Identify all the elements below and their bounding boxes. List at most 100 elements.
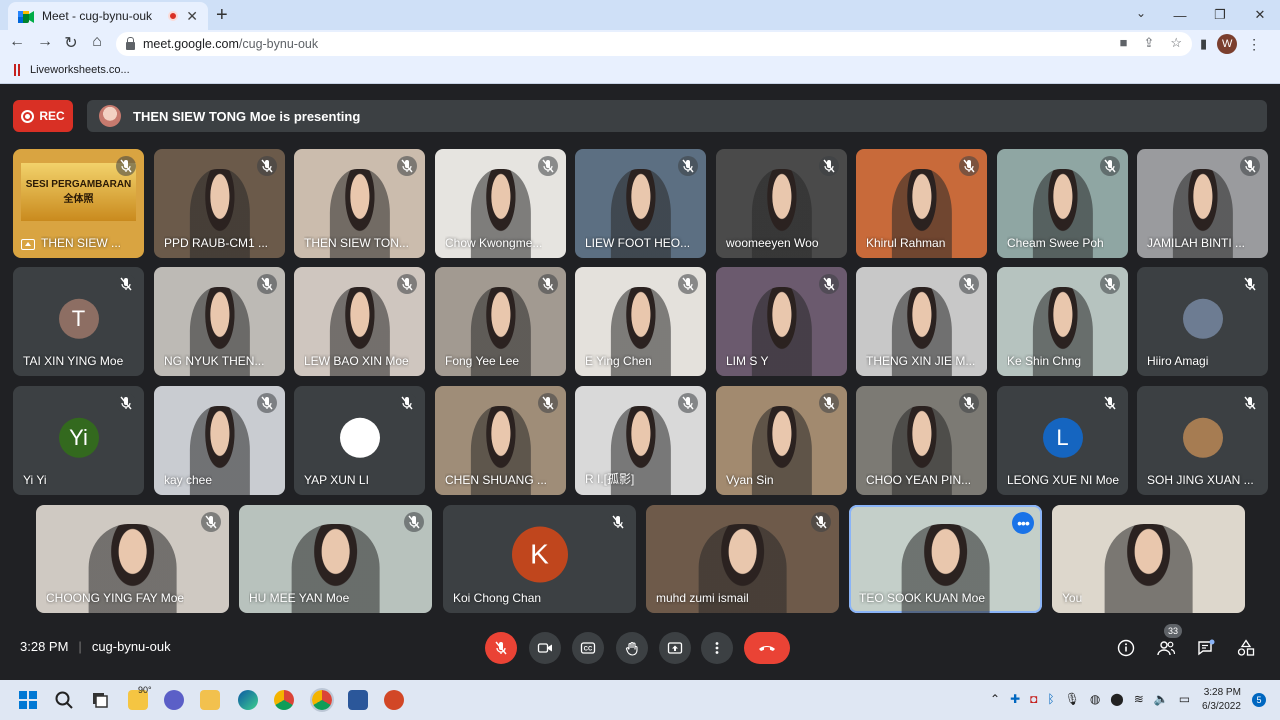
participant-tile[interactable]: Vyan Sin bbox=[716, 386, 847, 495]
restore-button[interactable]: ❐ bbox=[1200, 0, 1240, 30]
participant-tile[interactable]: T TAI XIN YING Moe bbox=[13, 267, 144, 376]
speaking-indicator-icon[interactable]: ••• bbox=[1012, 512, 1034, 534]
participant-tile[interactable]: K Koi Chong Chan bbox=[443, 505, 636, 613]
participant-tile[interactable]: Ke Shin Chng bbox=[997, 267, 1128, 376]
meeting-code[interactable]: cug-bynu-ouk bbox=[92, 639, 171, 654]
windows-taskbar: 90° ⌃ ✚ ◘ ᛒ 🎙 ◍ ⬤ ≋ 🔈 ▭ 3:28 PM 6/3/2022… bbox=[0, 680, 1280, 720]
address-bar[interactable]: meet.google.com/cug-bynu-ouk ■ ⇪ ☆ bbox=[116, 32, 1192, 56]
microphone-tray-icon[interactable]: 🎙 bbox=[1065, 692, 1080, 706]
present-screen-button[interactable] bbox=[659, 632, 691, 664]
people-button[interactable] bbox=[1154, 636, 1178, 660]
tray-app-icon[interactable]: ◘ bbox=[1030, 692, 1037, 706]
participant-tile[interactable]: CHEN SHUANG ... bbox=[435, 386, 566, 495]
vpn-tray-icon[interactable]: ◍ bbox=[1090, 692, 1100, 706]
muted-mic-icon bbox=[819, 274, 839, 294]
back-arrow-icon[interactable]: ← bbox=[6, 33, 28, 51]
close-tab-icon[interactable]: ✕ bbox=[186, 8, 198, 25]
taskbar-clock[interactable]: 3:28 PM 6/3/2022 bbox=[1202, 686, 1241, 714]
profile-avatar[interactable]: W bbox=[1217, 34, 1238, 54]
bookmark-liveworksheets[interactable]: Liveworksheets.co... bbox=[14, 64, 130, 76]
show-hidden-icons-chevron-icon[interactable]: ⌃ bbox=[990, 692, 1000, 706]
security-tray-icon[interactable]: ⬤ bbox=[1110, 692, 1123, 706]
camera-toggle-button[interactable] bbox=[529, 632, 561, 664]
bluetooth-icon[interactable]: ᛒ bbox=[1047, 692, 1054, 706]
reload-icon[interactable]: ↻ bbox=[60, 33, 82, 53]
participant-tile[interactable]: You bbox=[1052, 505, 1245, 613]
participant-tile[interactable]: NG NYUK THEN... bbox=[154, 267, 285, 376]
battery-icon[interactable]: ▭ bbox=[1179, 692, 1190, 706]
share-icon[interactable]: ⇪ bbox=[1143, 35, 1154, 51]
muted-mic-icon bbox=[116, 274, 136, 294]
browser-tab-meet[interactable]: Meet - cug-bynu-ouk ✕ bbox=[8, 2, 208, 30]
powerpoint-icon[interactable] bbox=[384, 690, 404, 710]
task-view-icon[interactable] bbox=[90, 690, 110, 710]
side-panel-icon[interactable]: ▮ bbox=[1200, 36, 1207, 52]
participant-tile[interactable]: YAP XUN LI bbox=[294, 386, 425, 495]
participant-tile[interactable]: CHOONG YING FAY Moe bbox=[36, 505, 229, 613]
presenting-banner[interactable]: THEN SIEW TONG Moe is presenting bbox=[87, 100, 1267, 132]
participant-tile[interactable]: CHOO YEAN PIN... bbox=[856, 386, 987, 495]
windows-start-icon[interactable] bbox=[18, 690, 38, 710]
tab-title: Meet - cug-bynu-ouk bbox=[42, 9, 153, 23]
participant-tile[interactable]: LEW BAO XIN Moe bbox=[294, 267, 425, 376]
camera-in-use-icon[interactable]: ■ bbox=[1120, 35, 1128, 51]
participant-tile[interactable]: Chow Kwongme... bbox=[435, 149, 566, 258]
svg-text:CC: CC bbox=[584, 647, 593, 653]
participant-tile[interactable]: THENG XIN JIE M... bbox=[856, 267, 987, 376]
teams-chat-icon[interactable] bbox=[164, 690, 184, 710]
chrome-profile-w-icon[interactable] bbox=[310, 688, 334, 712]
participant-tile[interactable]: Fong Yee Lee bbox=[435, 267, 566, 376]
forward-arrow-icon[interactable]: → bbox=[34, 33, 56, 51]
participant-tile[interactable]: R I.[孤影] bbox=[575, 386, 706, 495]
participant-tile[interactable]: L LEONG XUE NI Moe bbox=[997, 386, 1128, 495]
participant-tile[interactable]: PPD RAUB-CM1 ... bbox=[154, 149, 285, 258]
participant-tile[interactable]: SOH JING XUAN ... bbox=[1137, 386, 1268, 495]
muted-mic-icon bbox=[959, 393, 979, 413]
file-explorer-icon[interactable] bbox=[200, 690, 220, 710]
bookmark-star-icon[interactable]: ☆ bbox=[1170, 35, 1182, 51]
volume-icon[interactable]: 🔈 bbox=[1154, 692, 1169, 706]
participant-name: LIM S Y bbox=[726, 354, 769, 368]
participant-tile[interactable]: Cheam Swee Poh bbox=[997, 149, 1128, 258]
raise-hand-button[interactable] bbox=[616, 632, 648, 664]
participant-tile[interactable]: ••• TEO SOOK KUAN Moe bbox=[849, 505, 1042, 613]
participant-tile[interactable]: E Ying Chen bbox=[575, 267, 706, 376]
participant-name: YAP XUN LI bbox=[304, 473, 369, 487]
chrome-browser-icon[interactable] bbox=[274, 690, 294, 710]
minimize-button[interactable]: — bbox=[1160, 0, 1200, 30]
wifi-icon[interactable]: ≋ bbox=[1134, 692, 1144, 706]
new-tab-button[interactable]: + bbox=[216, 4, 228, 27]
participant-tile[interactable]: Yi Yi Yi bbox=[13, 386, 144, 495]
meeting-info-button[interactable] bbox=[1114, 636, 1138, 660]
microphone-toggle-button[interactable] bbox=[485, 632, 517, 664]
chat-button[interactable] bbox=[1194, 636, 1218, 660]
participant-tile[interactable]: LIM S Y bbox=[716, 267, 847, 376]
participant-tile[interactable]: JAMILAH BINTI ... bbox=[1137, 149, 1268, 258]
tab-search-chevron-icon[interactable]: ⌄ bbox=[1136, 6, 1146, 20]
leave-call-button[interactable] bbox=[744, 632, 790, 664]
close-window-button[interactable]: ✕ bbox=[1240, 0, 1280, 30]
home-icon[interactable]: ⌂ bbox=[86, 33, 108, 51]
participant-tile[interactable]: HU MEE YAN Moe bbox=[239, 505, 432, 613]
participant-tile[interactable]: THEN SIEW TON... bbox=[294, 149, 425, 258]
edge-browser-icon[interactable] bbox=[238, 690, 258, 710]
kebab-menu-icon[interactable]: ⋮ bbox=[1247, 36, 1261, 53]
participant-tile[interactable]: SESI PERGAMBARAN 全体照 THEN SIEW ... bbox=[13, 149, 144, 258]
word-icon[interactable] bbox=[348, 690, 368, 710]
captions-button[interactable]: CC bbox=[572, 632, 604, 664]
muted-mic-icon bbox=[538, 156, 558, 176]
participant-tile[interactable]: Hiiro Amagi bbox=[1137, 267, 1268, 376]
more-options-button[interactable] bbox=[701, 632, 733, 664]
participant-tile[interactable]: Khirul Rahman bbox=[856, 149, 987, 258]
plus-app-icon[interactable]: ✚ bbox=[1010, 692, 1020, 706]
notification-badge[interactable]: 5 bbox=[1252, 693, 1266, 707]
record-icon bbox=[21, 109, 35, 123]
activities-button[interactable] bbox=[1234, 636, 1258, 660]
participant-tile[interactable]: LIEW FOOT HEO... bbox=[575, 149, 706, 258]
participant-tile[interactable]: kay chee bbox=[154, 386, 285, 495]
muted-mic-icon bbox=[257, 156, 277, 176]
search-icon[interactable] bbox=[54, 690, 74, 710]
recording-button[interactable]: REC bbox=[13, 100, 73, 132]
participant-tile[interactable]: woomeeyen Woo bbox=[716, 149, 847, 258]
participant-tile[interactable]: muhd zumi ismail bbox=[646, 505, 839, 613]
